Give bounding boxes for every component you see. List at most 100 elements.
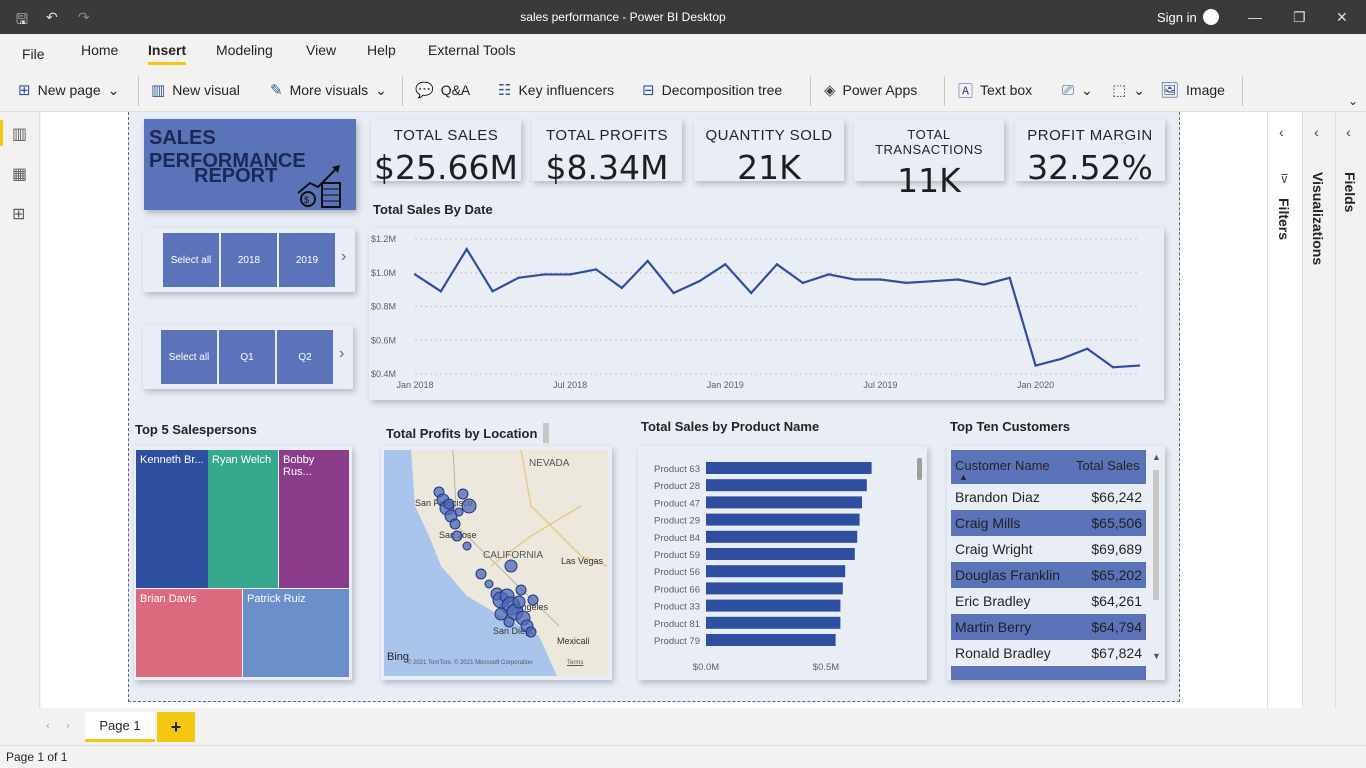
map-bubble[interactable] [512,595,526,609]
bar[interactable] [706,496,862,509]
data-point[interactable] [568,273,572,276]
data-point[interactable] [956,278,960,281]
slicer-q2[interactable]: Q2 [277,330,333,384]
map-bubble[interactable] [449,518,461,530]
data-point[interactable] [413,273,417,276]
data-point[interactable] [930,279,934,283]
new-visual-button[interactable]: ▥ New visual [151,80,240,100]
map-bubble[interactable] [454,507,464,517]
data-point[interactable] [982,283,986,286]
map-bubble[interactable] [451,530,463,542]
bar-chart-scrollbar[interactable] [917,458,922,480]
kpi-quantity-sold[interactable]: QUANTITY SOLD 21K [694,119,844,187]
buttons-dropdown[interactable]: ⎚ ⌄ [1062,80,1093,100]
table-row[interactable]: Craig Mills $65,506 [951,510,1146,536]
bar[interactable] [706,513,860,526]
power-apps-button[interactable]: ◈ Power Apps [824,80,917,100]
close-icon[interactable]: ✕ [1336,9,1348,26]
map-bubble[interactable] [457,488,469,500]
data-point[interactable] [491,290,494,293]
minimize-icon[interactable]: — [1248,9,1262,25]
scroll-down-icon[interactable]: ▼ [1152,651,1161,661]
chevron-left-icon[interactable]: ‹ [1314,124,1319,140]
series-line[interactable] [414,247,1140,369]
data-point[interactable] [879,278,882,281]
menu-help[interactable]: Help [367,42,396,58]
table-row[interactable]: Ronald Bradley $67,824 [951,640,1146,666]
map-bubble[interactable] [443,498,455,510]
kpi-total-profits[interactable]: TOTAL PROFITS $8.34M [532,119,682,187]
collapse-ribbon-icon[interactable]: ⌄ [1348,94,1358,108]
shapes-dropdown[interactable]: ⬚ ⌄ [1112,80,1145,100]
table-row[interactable]: Douglas Franklin $65,202 [951,562,1146,588]
data-point[interactable] [543,273,546,276]
sign-in-link[interactable]: Sign in [1157,10,1197,25]
data-point[interactable] [620,286,624,290]
fields-pane[interactable]: ‹ Fields [1335,112,1366,708]
treemap-tile[interactable]: Ryan Welch [208,450,278,588]
maximize-icon[interactable]: ❐ [1293,9,1306,26]
bar[interactable] [706,548,855,560]
menu-external-tools[interactable]: External Tools [428,42,516,58]
data-point[interactable] [439,290,443,293]
slicer-2018[interactable]: 2018 [221,233,277,287]
tab-page-1[interactable]: Page 1 [85,712,155,742]
data-point[interactable] [672,291,675,295]
chevron-left-icon[interactable]: ‹ [1346,124,1351,140]
add-page-button[interactable]: + [157,712,195,742]
table-row[interactable]: Martin Berry $64,794 [951,614,1146,640]
data-point[interactable] [1137,364,1141,367]
data-point[interactable] [1111,366,1115,369]
menu-insert[interactable]: Insert [148,42,187,65]
data-point[interactable] [594,268,598,271]
filters-pane[interactable]: ‹ ⊽ Filters [1267,112,1302,708]
map-bubble[interactable] [461,498,477,514]
menu-home[interactable]: Home [81,42,118,58]
visualizations-pane[interactable]: ‹ Visualizations [1302,112,1335,708]
map-bubble[interactable] [462,541,472,551]
kpi-total-transactions[interactable]: TOTAL TRANSACTIONS 11K [854,119,1004,200]
data-point[interactable] [724,263,727,266]
map-panel[interactable]: NEVADA San Francisco San Jose CALIFORNIA… [381,446,612,680]
map-bubble[interactable] [527,594,539,606]
bar[interactable] [706,616,841,629]
bar[interactable] [706,462,872,474]
line-chart-panel[interactable]: $0.4M $0.6M $0.8M $1.0M $1.2M Jan 2018 Jul 201… [369,228,1164,400]
slicer-q1[interactable]: Q1 [219,330,275,384]
table-row[interactable]: Brandon Diaz $66,242 [951,484,1146,510]
data-point[interactable] [749,291,753,295]
chevron-left-icon[interactable]: ‹ [1279,124,1284,140]
table-row[interactable]: Eric Bradley $64,261 [951,588,1146,614]
menu-file[interactable]: File [22,46,45,62]
bar[interactable] [706,582,843,595]
column-header-sales[interactable]: Total Sales [1076,458,1140,473]
data-point[interactable] [1060,357,1063,361]
map-bubble[interactable] [484,579,494,589]
data-point[interactable] [517,276,520,280]
menu-modeling[interactable]: Modeling [216,42,273,58]
chevron-right-icon[interactable]: › [339,345,344,363]
data-point[interactable] [905,281,908,285]
map-bubble[interactable] [494,607,508,621]
data-point[interactable] [853,278,856,281]
menu-view[interactable]: View [306,42,336,58]
bar[interactable] [706,479,867,492]
data-point[interactable] [1034,364,1037,367]
next-page-icon[interactable]: › [66,720,70,732]
decomposition-tree-button[interactable]: ⊟ Decomposition tree [642,80,782,100]
chevron-right-icon[interactable]: › [341,248,346,266]
kpi-total-sales[interactable]: TOTAL SALES $25.66M [371,119,521,187]
data-point[interactable] [646,259,649,263]
treemap-tile[interactable]: Brian Davis [136,589,242,677]
map-terms-link[interactable]: Terms [567,660,583,666]
map-bubble[interactable] [475,568,487,580]
data-point[interactable] [1008,276,1011,280]
qa-button[interactable]: 💬 Q&A [415,80,470,100]
map-bubble[interactable] [515,584,527,596]
data-view-icon[interactable]: ▦ [12,164,27,184]
table-scrollbar[interactable] [1153,470,1159,600]
map-bubble[interactable] [504,559,518,573]
map-bubble[interactable] [525,626,537,638]
image-button[interactable]: 🖼 Image [1160,80,1225,100]
bar[interactable] [706,599,841,612]
